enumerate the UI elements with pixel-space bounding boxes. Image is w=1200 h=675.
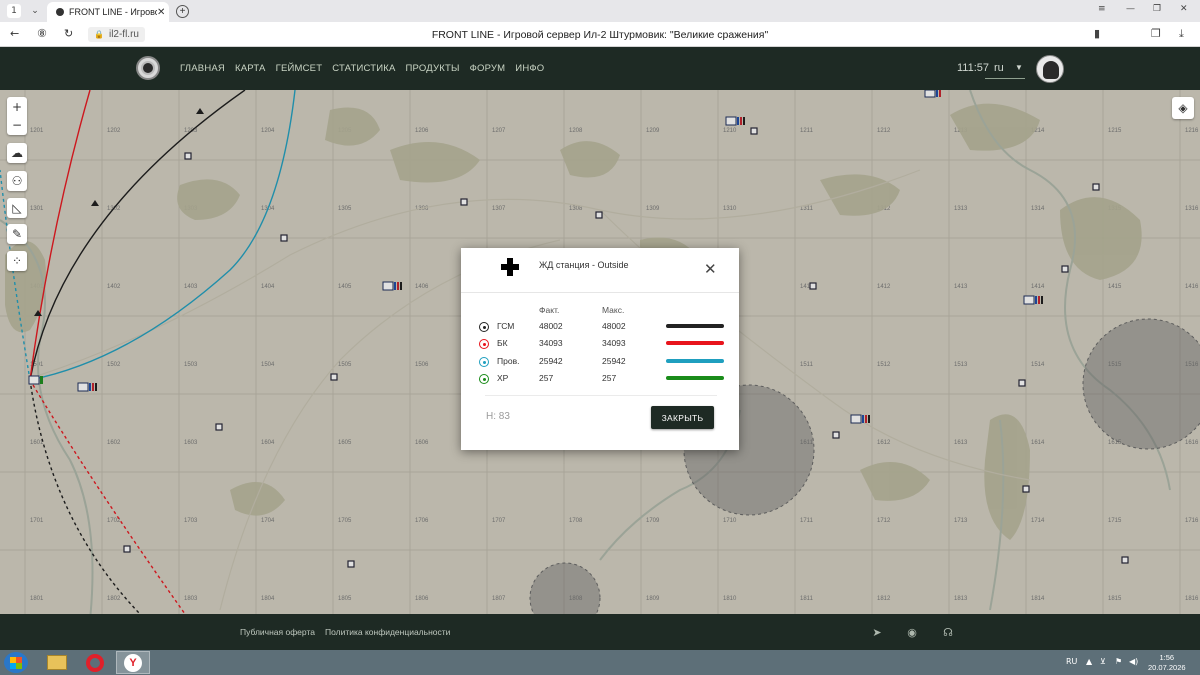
yandex-browser-icon[interactable]: Y: [116, 651, 150, 674]
zoom-control: + −: [7, 97, 27, 135]
address-bar: ← ⑧ ↻ 🔒 il2-fl.ru FRONT LINE - Игровой с…: [0, 22, 1200, 47]
resource-max: 48002: [602, 321, 626, 331]
network-icon[interactable]: ⊻: [1100, 657, 1106, 666]
collections-icon[interactable]: ❐: [1151, 27, 1161, 40]
layers-icon[interactable]: ◈: [1172, 97, 1194, 119]
nav-item-map[interactable]: КАРТА: [235, 63, 266, 74]
nav-item-info[interactable]: ИНФО: [515, 63, 544, 74]
resource-fact: 48002: [539, 321, 563, 331]
ruler-icon[interactable]: ◺: [7, 198, 27, 218]
page-title: FRONT LINE - Игровой сервер Ил-2 Штурмов…: [431, 29, 769, 41]
tray-arrow-icon[interactable]: ▲: [1086, 657, 1092, 666]
resource-bar: [666, 324, 724, 328]
resource-max: 257: [602, 373, 617, 383]
col-header-max: Макс.: [602, 305, 625, 315]
divider: [485, 395, 717, 396]
zoom-in-button[interactable]: +: [12, 98, 22, 116]
close-icon[interactable]: ✕: [704, 262, 717, 277]
language-select[interactable]: ru: [994, 62, 1004, 74]
system-clock[interactable]: 1:56 20.07.2026: [1148, 653, 1186, 673]
site-header: ГЛАВНАЯ КАРТА ГЕЙМСЕТ СТАТИСТИКА ПРОДУКТ…: [0, 47, 1200, 90]
telegram-icon[interactable]: ➤: [869, 625, 885, 639]
bookmark-icon[interactable]: ▮: [1094, 27, 1100, 40]
nav-item-forum[interactable]: ФОРУМ: [470, 63, 506, 74]
resource-fact: 25942: [539, 356, 563, 366]
resource-fact: 34093: [539, 338, 563, 348]
site-favicon-icon: [56, 8, 64, 16]
resource-row-fuel: ГСМ 48002 48002: [461, 320, 739, 334]
download-icon[interactable]: ⤓: [1179, 27, 1184, 41]
nav-item-home[interactable]: ГЛАВНАЯ: [180, 63, 225, 74]
opera-icon[interactable]: [78, 651, 112, 674]
volume-icon[interactable]: ◀): [1129, 657, 1138, 666]
resource-name: ГСМ: [497, 321, 515, 331]
resource-name: ХР: [497, 373, 509, 383]
route-icon[interactable]: ⁘: [7, 251, 27, 271]
resource-name: БК: [497, 338, 508, 348]
resource-bar: [666, 359, 724, 363]
german-cross-icon: [501, 258, 519, 276]
start-button[interactable]: [4, 652, 28, 673]
nav-item-products[interactable]: ПРОДУКТЫ: [406, 63, 460, 74]
resource-max: 34093: [602, 338, 626, 348]
clock-time: 1:56: [1159, 653, 1175, 662]
resource-bar: [666, 376, 724, 380]
h-value: H: 83: [486, 411, 510, 422]
privacy-policy-link[interactable]: Политика конфиденциальности: [325, 627, 450, 637]
clock-date: 20.07.2026: [1148, 663, 1186, 672]
tabs-overview-icon[interactable]: 1: [7, 4, 21, 18]
tab-close-icon[interactable]: ✕: [157, 7, 169, 18]
station-modal: ЖД станция - Outside ✕ Факт. Макс. ГСМ 4…: [461, 248, 739, 450]
zoom-out-button[interactable]: −: [12, 116, 22, 134]
resource-name: Пров.: [497, 356, 520, 366]
browser-tabbar: 1 ⌄ FRONT LINE - Игровой ✕ + ≡ — ❐ ✕: [0, 0, 1200, 22]
close-button[interactable]: ЗАКРЫТЬ: [651, 406, 714, 429]
menu-icon[interactable]: ≡: [1098, 4, 1106, 14]
minimize-icon[interactable]: —: [1126, 4, 1135, 14]
restore-icon[interactable]: ❐: [1153, 4, 1161, 14]
divider: [461, 292, 739, 293]
input-language[interactable]: RU: [1066, 657, 1077, 666]
window-close-icon[interactable]: ✕: [1180, 4, 1188, 14]
tab-title: FRONT LINE - Игровой: [69, 7, 157, 17]
explorer-icon[interactable]: [40, 651, 74, 674]
modal-title: ЖД станция - Outside: [539, 260, 629, 270]
fuel-icon: [479, 322, 489, 332]
nav-item-stats[interactable]: СТАТИСТИКА: [332, 63, 395, 74]
resource-max: 25942: [602, 356, 626, 366]
support-icon[interactable]: ☊: [940, 625, 956, 639]
provisions-icon: [479, 357, 489, 367]
new-tab-button[interactable]: +: [176, 5, 189, 18]
nav-item-gameset[interactable]: ГЕЙМСЕТ: [276, 63, 323, 74]
resource-row-storage: ХР 257 257: [461, 372, 739, 386]
chevron-down-icon[interactable]: ⌄: [27, 3, 43, 19]
public-offer-link[interactable]: Публичная оферта: [240, 627, 315, 637]
browser-tab[interactable]: FRONT LINE - Игровой ✕: [47, 2, 169, 22]
discord-icon[interactable]: ◉: [904, 625, 920, 639]
weather-icon[interactable]: ☁: [7, 143, 27, 163]
avatar[interactable]: [1036, 55, 1064, 83]
caret-down-icon[interactable]: ▼: [1015, 63, 1023, 72]
main-nav: ГЛАВНАЯ КАРТА ГЕЙМСЕТ СТАТИСТИКА ПРОДУКТ…: [180, 63, 544, 74]
resource-fact: 257: [539, 373, 554, 383]
eraser-icon[interactable]: ✎: [7, 224, 27, 244]
players-icon[interactable]: ⚇: [7, 171, 27, 191]
flag-icon[interactable]: ⚑: [1115, 657, 1122, 666]
resource-row-provisions: Пров. 25942 25942: [461, 355, 739, 369]
os-taskbar: Y RU ▲ ⊻ ⚑ ◀) 1:56 20.07.2026: [0, 650, 1200, 675]
ammo-icon: [479, 339, 489, 349]
language-underline: [985, 78, 1025, 79]
site-footer: Публичная оферта Политика конфиденциальн…: [0, 614, 1200, 650]
site-logo[interactable]: [136, 56, 160, 80]
resource-row-ammo: БК 34093 34093: [461, 337, 739, 351]
storage-icon: [479, 374, 489, 384]
resource-bar: [666, 341, 724, 345]
server-clock: 111:57: [957, 62, 990, 74]
col-header-fact: Факт.: [539, 305, 560, 315]
